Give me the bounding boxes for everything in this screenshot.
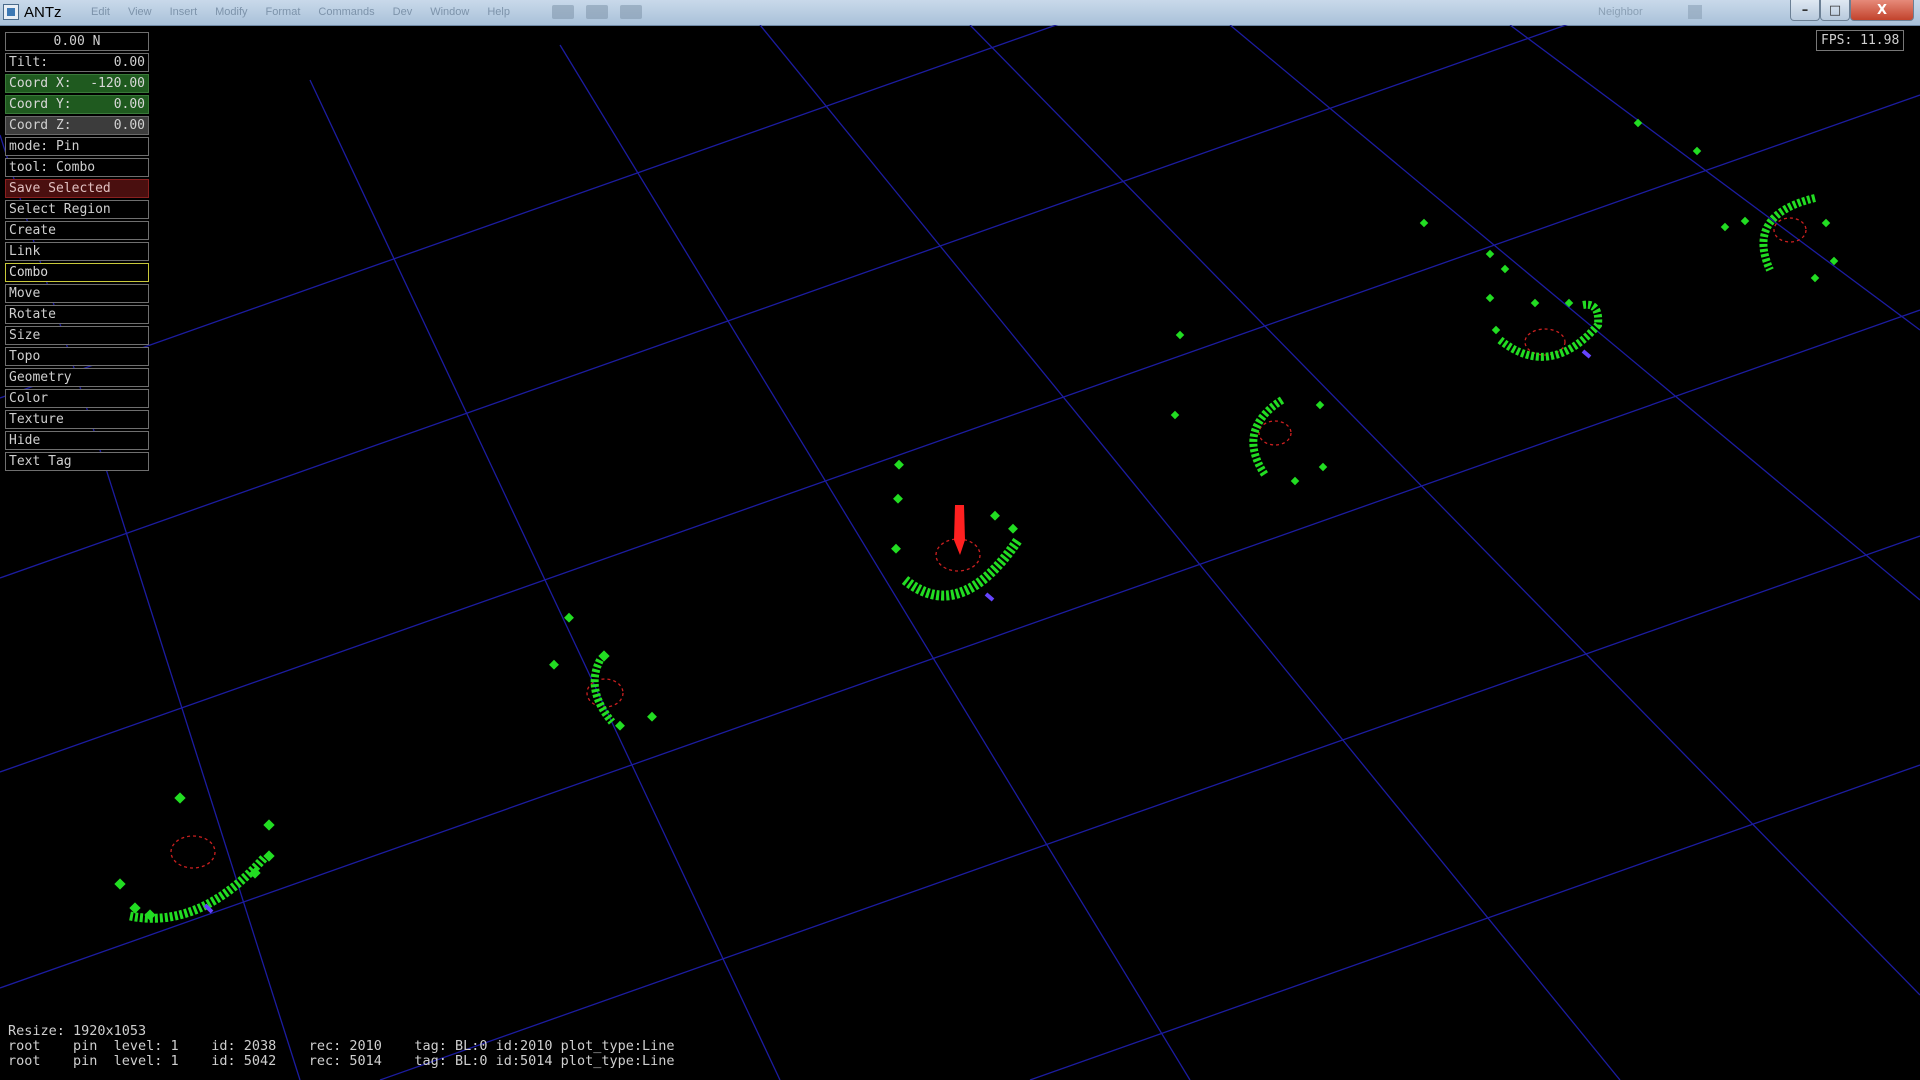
control-panel: 0.00 N Tilt: 0.00 Coord X: -120.00 Coord Y… <box>5 32 149 473</box>
topo-button[interactable]: Topo <box>5 347 149 366</box>
text-tag-button[interactable]: Text Tag <box>5 452 149 471</box>
geometry-button[interactable]: Geometry <box>5 368 149 387</box>
mode-readout: mode: Pin <box>5 137 149 156</box>
menu-insert[interactable]: Insert <box>161 6 207 18</box>
glyph-6[interactable] <box>1633 118 1839 283</box>
menu-dev[interactable]: Dev <box>384 6 422 18</box>
size-button[interactable]: Size <box>5 326 149 345</box>
close-button[interactable]: X <box>1850 0 1914 21</box>
menu-commands[interactable]: Commands <box>309 6 383 18</box>
tilt-readout: Tilt: 0.00 <box>5 53 149 72</box>
menu-view[interactable]: View <box>119 6 161 18</box>
move-button[interactable]: Move <box>5 284 149 303</box>
status-console: Resize: 1920x1053 root pin level: 1 id: 2… <box>8 1024 674 1069</box>
coord-z-label: Coord Z: <box>9 118 72 133</box>
menu-bar: Edit View Insert Modify Format Commands … <box>82 6 519 18</box>
user-icon[interactable] <box>620 5 642 19</box>
menu-window[interactable]: Window <box>421 6 478 18</box>
camera-icon[interactable] <box>552 5 574 19</box>
coord-x-label: Coord X: <box>9 76 72 91</box>
tool-readout: tool: Combo <box>5 158 149 177</box>
gear-icon[interactable] <box>586 5 608 19</box>
3d-viewport[interactable] <box>0 25 1920 1080</box>
texture-button[interactable]: Texture <box>5 410 149 429</box>
fps-counter: FPS: 11.98 <box>1816 30 1905 51</box>
minimize-button[interactable]: – <box>1790 0 1820 21</box>
coord-z-field[interactable]: Coord Z: 0.00 <box>5 116 149 135</box>
glyph-4[interactable] <box>1170 330 1328 486</box>
coord-z-value: 0.00 <box>113 118 145 133</box>
app-icon <box>3 4 19 20</box>
window-title: ANTz <box>24 4 62 21</box>
toolbar-icons <box>552 5 642 19</box>
status-line-resize: Resize: 1920x1053 <box>8 1023 147 1039</box>
menu-modify[interactable]: Modify <box>206 6 256 18</box>
neighbor-label[interactable]: Neighbor <box>1598 6 1643 18</box>
status-line-selection-2: root pin level: 1 id: 5042 rec: 5014 tag… <box>8 1053 675 1069</box>
search-icon[interactable] <box>1688 5 1702 19</box>
select-region-button[interactable]: Select Region <box>5 200 149 219</box>
rotate-button[interactable]: Rotate <box>5 305 149 324</box>
glyph-2[interactable] <box>549 612 657 731</box>
glyph-1[interactable] <box>114 792 275 923</box>
tilt-value: 0.00 <box>113 55 145 70</box>
menu-format[interactable]: Format <box>257 6 310 18</box>
hide-button[interactable]: Hide <box>5 431 149 450</box>
coord-x-field[interactable]: Coord X: -120.00 <box>5 74 149 93</box>
title-bar: ANTz Edit View Insert Modify Format Comm… <box>0 0 1920 26</box>
create-button[interactable]: Create <box>5 221 149 240</box>
heading-readout: 0.00 N <box>5 32 149 51</box>
coord-y-label: Coord Y: <box>9 97 72 112</box>
menu-help[interactable]: Help <box>478 6 519 18</box>
coord-x-value: -120.00 <box>90 76 145 91</box>
menu-edit[interactable]: Edit <box>82 6 119 18</box>
glyph-3-selected[interactable] <box>891 459 1023 602</box>
save-selected-button[interactable]: Save Selected <box>5 179 149 198</box>
tilt-label: Tilt: <box>9 55 49 70</box>
status-line-selection-1: root pin level: 1 id: 2038 rec: 2010 tag… <box>8 1038 675 1054</box>
combo-button[interactable]: Combo <box>5 263 149 282</box>
coord-y-field[interactable]: Coord Y: 0.00 <box>5 95 149 114</box>
maximize-button[interactable]: □ <box>1820 0 1850 21</box>
link-button[interactable]: Link <box>5 242 149 261</box>
color-button[interactable]: Color <box>5 389 149 408</box>
coord-y-value: 0.00 <box>113 97 145 112</box>
